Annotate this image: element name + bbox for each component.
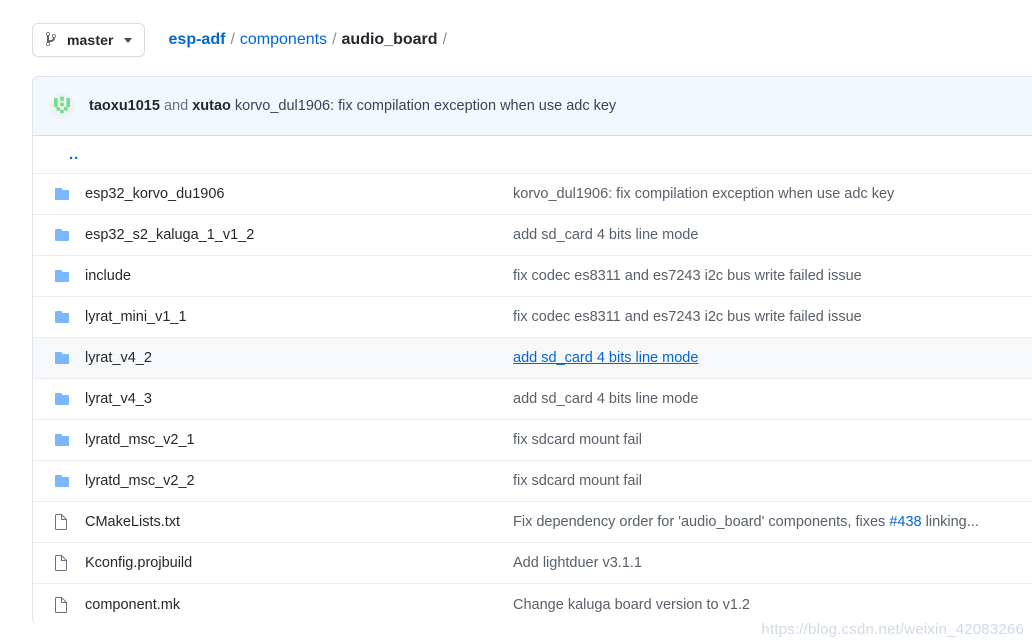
folder-name-link[interactable]: esp32_s2_kaluga_1_v1_2 [85, 227, 513, 243]
commit-coauthor-link[interactable]: xutao [192, 98, 231, 114]
row-commit-message[interactable]: fix codec es8311 and es7243 i2c bus writ… [513, 268, 1032, 284]
folder-icon [49, 432, 85, 448]
folder-icon [49, 391, 85, 407]
row-commit-message[interactable]: fix sdcard mount fail [513, 473, 1032, 489]
folder-icon [49, 350, 85, 366]
row-commit-message[interactable]: Change kaluga board version to v1.2 [513, 597, 1032, 613]
folder-icon [49, 227, 85, 243]
file-name-link[interactable]: component.mk [85, 597, 513, 613]
table-row[interactable]: lyrat_v4_3 add sd_card 4 bits line mode [33, 379, 1032, 420]
table-row[interactable]: include fix codec es8311 and es7243 i2c b… [33, 256, 1032, 297]
file-icon [49, 596, 85, 613]
file-name-link[interactable]: Kconfig.projbuild [85, 555, 513, 571]
file-name-link[interactable]: CMakeLists.txt [85, 514, 513, 530]
file-icon [49, 555, 85, 571]
commit-message-suffix: linking... [921, 514, 979, 530]
row-commit-message[interactable]: add sd_card 4 bits line mode [513, 227, 1032, 243]
table-row[interactable]: component.mk Change kaluga board version … [33, 584, 1032, 625]
issue-reference-link[interactable]: #438 [889, 514, 921, 530]
folder-icon [49, 268, 85, 284]
table-row[interactable]: esp32_korvo_du1906 korvo_dul1906: fix com… [33, 174, 1032, 215]
breadcrumb-separator: / [230, 31, 235, 48]
table-row[interactable]: lyratd_msc_v2_1 fix sdcard mount fail [33, 420, 1032, 461]
row-commit-message[interactable]: Fix dependency order for 'audio_board' c… [513, 514, 1032, 530]
branch-selector-button[interactable]: master [32, 23, 145, 57]
breadcrumb-item-audio-board: audio_board [341, 31, 438, 48]
row-commit-message[interactable]: fix sdcard mount fail [513, 432, 1032, 448]
breadcrumb-repo-link[interactable]: esp-adf [169, 32, 226, 48]
folder-name-link[interactable]: lyratd_msc_v2_2 [85, 473, 513, 489]
folder-icon [49, 186, 85, 202]
commit-message-prefix: Fix dependency order for 'audio_board' c… [513, 514, 856, 530]
folder-icon [49, 473, 85, 489]
commit-author-link[interactable]: taoxu1015 [89, 98, 160, 114]
breadcrumb-separator: / [332, 31, 337, 48]
folder-name-link[interactable]: esp32_korvo_du1906 [85, 186, 513, 202]
parent-directory-link[interactable]: .. [49, 146, 79, 163]
table-row[interactable]: lyrat_mini_v1_1 fix codec es8311 and es72… [33, 297, 1032, 338]
breadcrumb-item-components[interactable]: components [240, 32, 327, 48]
repo-toolbar: master esp-adf / components / audio_boar… [32, 22, 452, 58]
table-row[interactable]: esp32_s2_kaluga_1_v1_2 add sd_card 4 bits… [33, 215, 1032, 256]
branch-name-label: master [67, 32, 114, 48]
file-browser-table: taoxu1015 and xutao korvo_dul1906: fix c… [32, 76, 1032, 625]
commit-summary: taoxu1015 and xutao korvo_dul1906: fix c… [89, 98, 616, 114]
commit-message[interactable]: korvo_dul1906: fix compilation exception… [235, 98, 616, 114]
breadcrumb-trailing-separator: / [442, 31, 447, 48]
row-commit-message[interactable]: fix codec es8311 and es7243 i2c bus writ… [513, 309, 1032, 325]
file-rows-container: esp32_korvo_du1906 korvo_dul1906: fix com… [33, 174, 1032, 625]
table-row[interactable]: CMakeLists.txt Fix dependency order for '… [33, 502, 1032, 543]
commit-keyword-fixes: fixes [855, 514, 886, 530]
latest-commit-banner: taoxu1015 and xutao korvo_dul1906: fix c… [33, 77, 1032, 136]
folder-name-link[interactable]: lyrat_mini_v1_1 [85, 309, 513, 325]
folder-name-link[interactable]: lyrat_v4_2 [85, 350, 513, 366]
row-commit-message[interactable]: add sd_card 4 bits line mode [513, 350, 1032, 366]
commit-conjunction: and [163, 98, 189, 114]
folder-name-link[interactable]: include [85, 268, 513, 284]
avatar[interactable] [49, 93, 75, 119]
folder-icon [49, 309, 85, 325]
table-row[interactable]: lyrat_v4_2 add sd_card 4 bits line mode [33, 338, 1032, 379]
table-row[interactable]: lyratd_msc_v2_2 fix sdcard mount fail [33, 461, 1032, 502]
folder-name-link[interactable]: lyrat_v4_3 [85, 391, 513, 407]
table-row[interactable]: Kconfig.projbuild Add lightduer v3.1.1 [33, 543, 1032, 584]
table-row-parent-directory[interactable]: .. [33, 136, 1032, 174]
breadcrumb: esp-adf / components / audio_board / [169, 32, 452, 48]
row-commit-message[interactable]: add sd_card 4 bits line mode [513, 391, 1032, 407]
folder-name-link[interactable]: lyratd_msc_v2_1 [85, 432, 513, 448]
chevron-down-icon [123, 38, 132, 43]
row-commit-message[interactable]: Add lightduer v3.1.1 [513, 555, 1032, 571]
git-branch-icon [45, 31, 59, 50]
file-icon [49, 514, 85, 530]
row-commit-message[interactable]: korvo_dul1906: fix compilation exception… [513, 186, 1032, 202]
